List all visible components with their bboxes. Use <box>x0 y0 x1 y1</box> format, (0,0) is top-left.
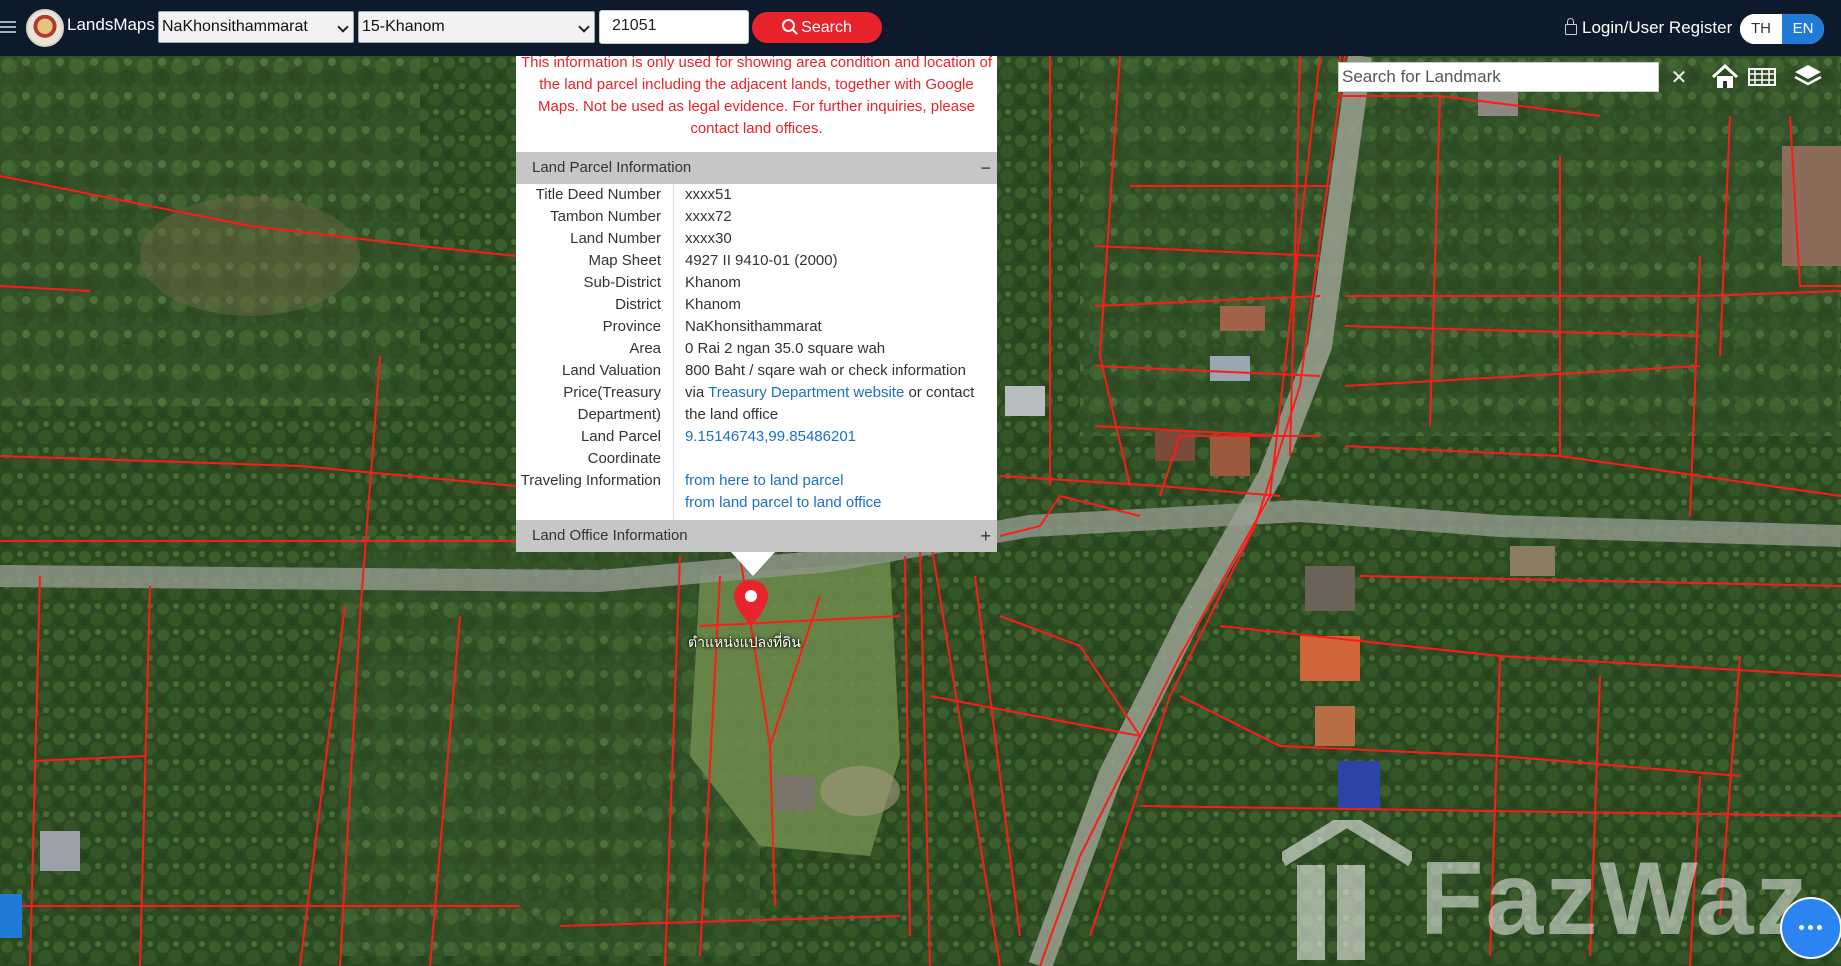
table-row: District Khanom <box>516 294 997 316</box>
row-label: Map Sheet <box>588 252 661 269</box>
row-value: from here to land parcel from land parce… <box>673 470 997 514</box>
row-value: xxxx30 <box>685 230 732 247</box>
marker-label: ตำแหน่งแปลงที่ดิน <box>688 635 801 651</box>
row-value: 0 Rai 2 ngan 35.0 square wah <box>685 340 886 357</box>
value-text: or contact <box>908 384 975 401</box>
chevron-down-icon <box>337 21 349 33</box>
row-value: xxxx51 <box>685 186 732 203</box>
disclaimer-text: This information is only used for showin… <box>520 54 993 137</box>
lang-en-button[interactable]: EN <box>1782 14 1824 44</box>
measure-tool-icon[interactable] <box>0 894 22 938</box>
land-parcel-info-title: Land Parcel Information <box>532 159 692 176</box>
table-row: Sub-District Khanom <box>516 272 997 294</box>
land-office-info-title: Land Office Information <box>532 527 688 544</box>
land-parcel-info-header[interactable]: Land Parcel Information − <box>516 152 997 184</box>
row-value: xxxx72 <box>685 208 732 225</box>
location-pin-icon[interactable] <box>734 580 768 628</box>
row-value: 800 Baht / sqare wah or check informatio… <box>673 360 997 426</box>
language-toggle[interactable]: TH EN <box>1740 14 1824 44</box>
label-line: Land Parcel <box>580 428 661 445</box>
row-label: Title Deed Number <box>535 186 661 203</box>
layers-icon[interactable] <box>1791 60 1825 94</box>
lang-th-button[interactable]: TH <box>1740 14 1782 44</box>
collapse-icon[interactable]: − <box>980 152 991 184</box>
lock-icon <box>1565 18 1577 35</box>
search-button-label: Search <box>801 19 852 36</box>
label-line: Land Valuation <box>562 362 661 379</box>
login-link[interactable]: Login/User Register <box>1565 18 1732 38</box>
chevron-down-icon <box>578 21 590 33</box>
search-button[interactable]: Search <box>752 12 882 43</box>
brand-name: LandsMaps <box>67 15 155 34</box>
district-select-value: 15-Khanom <box>362 18 445 35</box>
close-icon[interactable]: ✕ <box>1664 62 1694 92</box>
parcel-number-input[interactable]: 21051 <box>599 10 749 44</box>
treasury-website-link[interactable]: Treasury Department website <box>708 384 904 401</box>
label-line: Price(Treasury <box>563 384 661 401</box>
table-row: Tambon Number xxxx72 <box>516 206 997 228</box>
table-row: Land Valuation Price(Treasury Department… <box>516 360 997 426</box>
row-value: 9.15146743,99.85486201 <box>673 426 997 470</box>
column-divider <box>673 184 674 520</box>
login-label: Login/User Register <box>1582 18 1733 37</box>
table-row: Land Parcel Coordinate 9.15146743,99.854… <box>516 426 997 470</box>
grid-icon[interactable] <box>1745 60 1779 94</box>
label-line: Department) <box>577 406 661 423</box>
chat-icon[interactable] <box>1780 897 1841 959</box>
coordinate-link[interactable]: 9.15146743,99.85486201 <box>685 428 856 445</box>
value-line: 800 Baht / sqare wah or check informatio… <box>685 362 966 379</box>
search-icon <box>782 19 796 32</box>
landmark-search-input[interactable]: Search for Landmark <box>1338 62 1659 92</box>
home-icon[interactable] <box>1708 60 1742 94</box>
province-select-value: NaKhonsithammarat <box>162 18 308 35</box>
row-label: Area <box>629 340 661 357</box>
province-select[interactable]: NaKhonsithammarat <box>158 11 354 43</box>
row-value: Khanom <box>685 274 741 291</box>
row-value: NaKhonsithammarat <box>685 318 822 335</box>
directions-to-parcel-link[interactable]: from here to land parcel <box>685 470 987 492</box>
parcel-info-popup: This information is only used for showin… <box>516 52 997 576</box>
fazwaz-watermark-icon <box>1282 820 1412 960</box>
expand-icon[interactable]: + <box>980 520 991 552</box>
row-label: Province <box>602 318 661 335</box>
parcel-info-table: Title Deed Number xxxx51 Tambon Number x… <box>516 184 997 520</box>
directions-to-office-link[interactable]: from land parcel to land office <box>685 492 987 514</box>
table-row: Area 0 Rai 2 ngan 35.0 square wah <box>516 338 997 360</box>
table-row: Land Number xxxx30 <box>516 228 997 250</box>
row-label: District <box>615 296 661 313</box>
row-value: 4927 II 9410-01 (2000) <box>685 252 838 269</box>
table-row: Traveling Information from here to land … <box>516 470 997 514</box>
row-label: Traveling Information <box>520 472 661 489</box>
value-line: via Treasury Department website or conta… <box>685 382 987 404</box>
top-bar: LandsMaps NaKhonsithammarat 15-Khanom 21… <box>0 0 1841 56</box>
row-label: Land Number <box>570 230 661 247</box>
row-label: Land Valuation Price(Treasury Department… <box>516 360 673 426</box>
row-label: Tambon Number <box>550 208 661 225</box>
watermark-text: FazWaz <box>1420 841 1810 957</box>
row-label: Sub-District <box>583 274 661 291</box>
value-text: via <box>685 384 705 401</box>
table-row: Map Sheet 4927 II 9410-01 (2000) <box>516 250 997 272</box>
row-label: Land Parcel Coordinate <box>516 426 673 470</box>
district-select[interactable]: 15-Khanom <box>358 11 595 43</box>
label-line: Coordinate <box>587 450 661 467</box>
landsmaps-logo <box>26 9 64 47</box>
menu-icon[interactable] <box>0 18 16 36</box>
land-office-info-header[interactable]: Land Office Information + <box>516 520 997 552</box>
table-row: Province NaKhonsithammarat <box>516 316 997 338</box>
table-row: Title Deed Number xxxx51 <box>516 184 997 206</box>
value-line: the land office <box>685 406 779 423</box>
row-value: Khanom <box>685 296 741 313</box>
